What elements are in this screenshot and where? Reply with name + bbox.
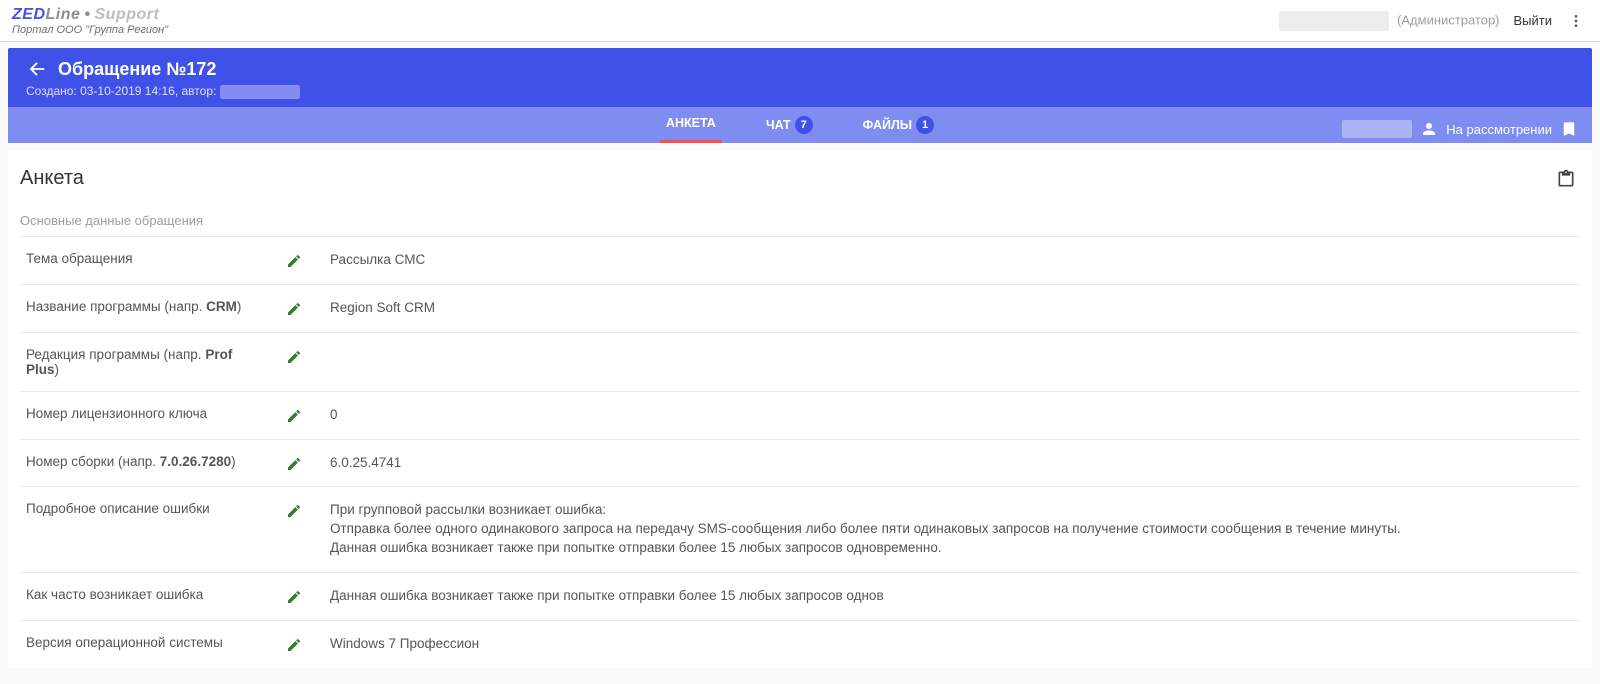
pencil-icon <box>286 637 302 653</box>
form-label-bold: CRM <box>206 299 237 314</box>
form-row: Подробное описание ошибки При групповой р… <box>20 486 1580 572</box>
form-label-suffix: ) <box>237 299 242 314</box>
more-vert-icon <box>1568 13 1584 29</box>
edit-button[interactable] <box>286 406 310 424</box>
back-button[interactable] <box>26 58 48 80</box>
copy-button[interactable] <box>1552 165 1580 193</box>
form-label: Номер сборки (напр. 7.0.26.7280) <box>26 454 266 469</box>
more-menu-button[interactable] <box>1564 9 1588 33</box>
brand-part-zed: ZED <box>12 6 46 23</box>
card-title-row: Анкета <box>20 165 1580 193</box>
arrow-back-icon <box>26 58 48 80</box>
tab-chat[interactable]: ЧАТ 7 <box>760 106 819 144</box>
form-label: Название программы (напр. CRM) <box>26 299 266 314</box>
ticket-author-placeholder <box>220 85 300 99</box>
form-value: 0 <box>330 406 1574 425</box>
form-label-text: Тема обращения <box>26 251 133 266</box>
edit-button[interactable] <box>286 454 310 472</box>
tab-form-label: АНКЕТА <box>666 116 716 130</box>
edit-button[interactable] <box>286 501 310 519</box>
person-icon <box>1420 120 1438 138</box>
ticket-header: Обращение №172 Создано: 03-10-2019 14:16… <box>8 48 1592 107</box>
tab-chat-badge: 7 <box>795 116 813 134</box>
tab-chat-label: ЧАТ <box>766 118 791 132</box>
form-value: 6.0.25.4741 <box>330 454 1574 473</box>
form-label-suffix: ) <box>55 362 60 377</box>
logout-button[interactable]: Выйти <box>1514 13 1553 28</box>
form-label-text: Подробное описание ошибки <box>26 501 210 516</box>
form-label: Версия операционной системы <box>26 635 266 650</box>
brand-dot: • <box>80 6 94 23</box>
form-label-text: Номер сборки (напр. <box>26 454 160 469</box>
pencil-icon <box>286 589 302 605</box>
card-title: Анкета <box>20 167 1552 190</box>
form-label-text: Название программы (напр. <box>26 299 206 314</box>
form-label-text: Как часто возникает ошибка <box>26 587 203 602</box>
pencil-icon <box>286 301 302 317</box>
bookmark-icon[interactable] <box>1560 120 1578 138</box>
brand: ZEDLine•Support Портал ООО "Группа Регио… <box>12 6 168 36</box>
form-label-text: Номер лицензионного ключа <box>26 406 207 421</box>
form-label-suffix: ) <box>231 454 236 469</box>
pencil-icon <box>286 503 302 519</box>
pencil-icon <box>286 456 302 472</box>
form-label: Тема обращения <box>26 251 266 266</box>
form-row: Как часто возникает ошибка Данная ошибка … <box>20 572 1580 620</box>
form-row: Тема обращения Рассылка СМС <box>20 236 1580 284</box>
form-value: Windows 7 Профессион <box>330 635 1574 654</box>
edit-button[interactable] <box>286 251 310 269</box>
tab-files-badge: 1 <box>916 116 934 134</box>
clipboard-icon <box>1556 169 1576 189</box>
form-value: Region Soft CRM <box>330 299 1574 318</box>
form-row: Название программы (напр. CRM) Region Sof… <box>20 284 1580 332</box>
ticket-meta-prefix: Создано: 03-10-2019 14:16, автор: <box>26 84 216 98</box>
brand-part-support: Support <box>95 6 160 23</box>
form-label-bold: 7.0.26.7280 <box>160 454 231 469</box>
form-row: Редакция программы (напр. Prof Plus) <box>20 332 1580 391</box>
edit-button[interactable] <box>286 299 310 317</box>
top-bar: ZEDLine•Support Портал ООО "Группа Регио… <box>0 0 1600 42</box>
edit-button[interactable] <box>286 635 310 653</box>
edit-button[interactable] <box>286 587 310 605</box>
form-label: Редакция программы (напр. Prof Plus) <box>26 347 266 377</box>
form-card: Анкета Основные данные обращения Тема об… <box>8 151 1592 668</box>
form-rows: Тема обращения Рассылка СМС Название прогр… <box>20 236 1580 668</box>
form-label-text: Редакция программы (напр. <box>26 347 205 362</box>
pencil-icon <box>286 253 302 269</box>
ticket-title-row: Обращение №172 <box>26 58 1574 80</box>
edit-button[interactable] <box>286 347 310 365</box>
brand-title: ZEDLine•Support <box>12 6 168 24</box>
ticket-meta: Создано: 03-10-2019 14:16, автор: <box>26 84 1574 99</box>
user-role: (Администратор) <box>1397 12 1499 27</box>
tab-files-label: ФАЙЛЫ <box>863 118 912 132</box>
user-name-placeholder <box>1279 11 1389 31</box>
current-user: (Администратор) <box>1279 11 1499 31</box>
brand-subtitle: Портал ООО "Группа Регион" <box>12 24 168 36</box>
pencil-icon <box>286 349 302 365</box>
form-value: Данная ошибка возникает также при попытк… <box>330 587 1574 606</box>
form-value: При групповой рассылки возникает ошибка:… <box>330 501 1574 558</box>
form-label: Номер лицензионного ключа <box>26 406 266 421</box>
section-label: Основные данные обращения <box>20 213 1580 228</box>
assignee-placeholder <box>1342 120 1412 138</box>
form-row: Версия операционной системы Windows 7 Про… <box>20 620 1580 668</box>
tab-form[interactable]: АНКЕТА <box>660 106 722 143</box>
form-label-text: Версия операционной системы <box>26 635 223 650</box>
ticket-title: Обращение №172 <box>58 59 216 80</box>
form-label: Как часто возникает ошибка <box>26 587 266 602</box>
form-label: Подробное описание ошибки <box>26 501 266 516</box>
form-value: Рассылка СМС <box>330 251 1574 270</box>
brand-part-line: Line <box>46 6 81 23</box>
tab-files[interactable]: ФАЙЛЫ 1 <box>857 106 940 144</box>
form-row: Номер лицензионного ключа 0 <box>20 391 1580 439</box>
ticket-status-text: На рассмотрении <box>1446 122 1552 137</box>
ticket-status-block: На рассмотрении <box>1342 120 1578 138</box>
form-row: Номер сборки (напр. 7.0.26.7280) 6.0.25.4… <box>20 439 1580 487</box>
pencil-icon <box>286 408 302 424</box>
